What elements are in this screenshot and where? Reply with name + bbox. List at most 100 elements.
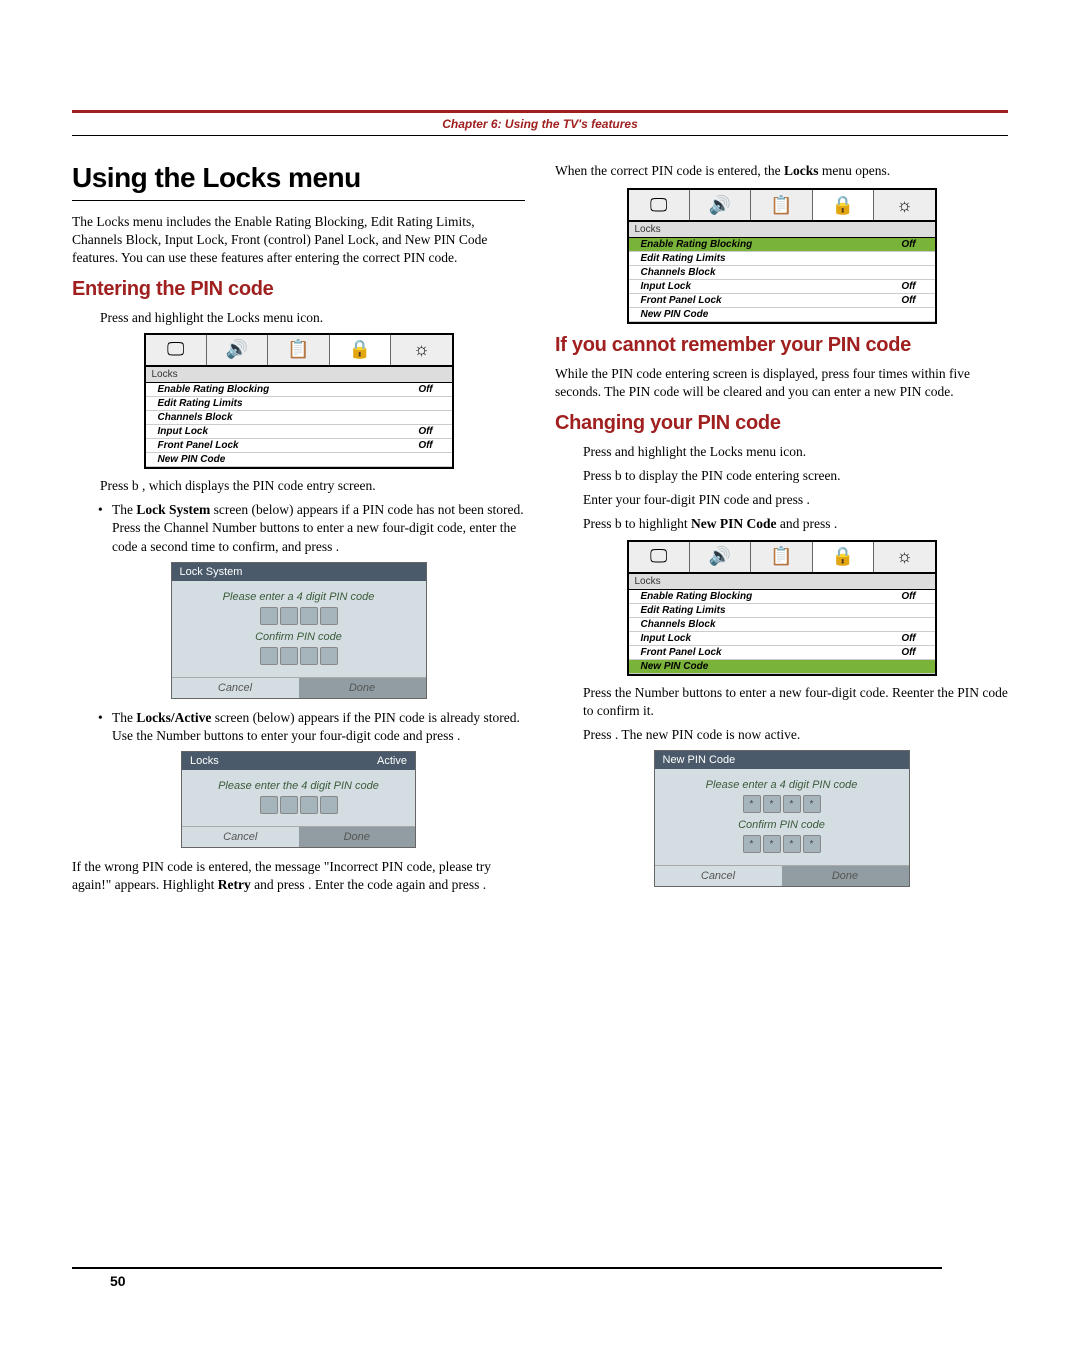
pin-digit: * bbox=[783, 835, 801, 853]
change-step-3: Enter your four-digit PIN code and press… bbox=[583, 491, 1008, 509]
menu-row-label: Front Panel Lock bbox=[641, 295, 889, 306]
retry-bold: Retry bbox=[218, 877, 251, 892]
bullet-bold: Lock System bbox=[136, 502, 210, 517]
menu-row: Input LockOff bbox=[629, 280, 935, 294]
change-step-6: Press . The new PIN code is now active. bbox=[583, 726, 1008, 744]
menu-row: Enable Rating BlockingOff bbox=[146, 383, 452, 397]
pin-digit: * bbox=[783, 795, 801, 813]
step-text: Press and highlight the Locks menu icon. bbox=[100, 310, 323, 325]
pin-confirm-row: **** bbox=[665, 835, 899, 853]
menu-row-label: Input Lock bbox=[158, 426, 406, 437]
prefs-tab-icon: ☼ bbox=[391, 335, 451, 365]
locks-tab-icon: 🔒 bbox=[330, 335, 391, 365]
pin-digit bbox=[260, 796, 278, 814]
pin-digit bbox=[320, 647, 338, 665]
audio-tab-icon: 🔊 bbox=[690, 190, 751, 220]
menu-row-value bbox=[889, 605, 929, 616]
menu-row-label: Input Lock bbox=[641, 633, 889, 644]
menu-body: Enable Rating BlockingOffEdit Rating Lim… bbox=[629, 238, 935, 322]
menu-row-value: Off bbox=[889, 239, 929, 250]
locks-active-dialog: Locks Active Please enter the 4 digit PI… bbox=[181, 751, 416, 848]
menu-row-label: New PIN Code bbox=[641, 661, 889, 672]
dialog-body: Please enter the 4 digit PIN code bbox=[182, 770, 415, 826]
menu-row-label: Enable Rating Blocking bbox=[641, 239, 889, 250]
menu-row-value bbox=[406, 398, 446, 409]
wrong-pin-text-cont: and press . Enter the code again and pre… bbox=[251, 877, 486, 892]
menu-row-value bbox=[406, 454, 446, 465]
menu-row-label: Front Panel Lock bbox=[641, 647, 889, 658]
menu-row-value bbox=[889, 253, 929, 264]
menu-row-label: Enable Rating Blocking bbox=[158, 384, 406, 395]
menu-row-value: Off bbox=[889, 591, 929, 602]
pin-digit bbox=[300, 796, 318, 814]
pin-digit: * bbox=[763, 795, 781, 813]
menu-row-label: Channels Block bbox=[641, 267, 889, 278]
menu-row-value: Off bbox=[406, 440, 446, 451]
pin-digit bbox=[260, 647, 278, 665]
menu-row-value: Off bbox=[889, 295, 929, 306]
menu-row-value bbox=[406, 412, 446, 423]
pin-entry-row bbox=[192, 796, 405, 814]
menu-row: Front Panel LockOff bbox=[146, 439, 452, 453]
dialog-buttons: Cancel Done bbox=[172, 677, 426, 698]
pin-digit: * bbox=[743, 835, 761, 853]
locks-bold: Locks bbox=[784, 163, 819, 178]
cancel-button: Cancel bbox=[655, 866, 782, 886]
dialog-title: New PIN Code bbox=[655, 751, 909, 769]
setup-tab-icon: 📋 bbox=[268, 335, 329, 365]
lock-system-dialog: Lock System Please enter a 4 digit PIN c… bbox=[171, 562, 427, 699]
dialog-title: Locks Active bbox=[182, 752, 415, 770]
locks-menu-figure: 🖵 🔊 📋 🔒 ☼ Locks Enable Rating BlockingOf… bbox=[144, 333, 454, 469]
text: When the correct PIN code is entered, th… bbox=[555, 163, 784, 178]
new-pin-dialog: New PIN Code Please enter a 4 digit PIN … bbox=[654, 750, 910, 887]
dialog-title-left: Locks bbox=[190, 755, 219, 767]
right-column: When the correct PIN code is entered, th… bbox=[555, 162, 1008, 903]
setup-tab-icon: 📋 bbox=[751, 542, 812, 572]
section-change-pin: Changing your PIN code bbox=[555, 412, 1008, 435]
setup-tab-icon: 📋 bbox=[751, 190, 812, 220]
menu-row: Input LockOff bbox=[146, 425, 452, 439]
pin-digit bbox=[320, 796, 338, 814]
step-text-cont: and press . bbox=[777, 516, 838, 531]
menu-title: Locks bbox=[629, 222, 935, 238]
picture-tab-icon: 🖵 bbox=[629, 190, 690, 220]
menu-row-value: Off bbox=[889, 633, 929, 644]
menu-row-label: New PIN Code bbox=[641, 309, 889, 320]
menu-row-value bbox=[889, 267, 929, 278]
dialog-title-text: New PIN Code bbox=[663, 754, 736, 766]
pin-digit bbox=[300, 607, 318, 625]
menu-row-label: Edit Rating Limits bbox=[641, 605, 889, 616]
dialog-prompt: Please enter the 4 digit PIN code bbox=[192, 780, 405, 792]
dialog-title: Lock System bbox=[172, 563, 426, 581]
audio-tab-icon: 🔊 bbox=[690, 542, 751, 572]
cancel-button: Cancel bbox=[172, 678, 299, 698]
dialog-body: Please enter a 4 digit PIN code **** Con… bbox=[655, 769, 909, 865]
pin-digit: * bbox=[763, 835, 781, 853]
dialog-buttons: Cancel Done bbox=[182, 826, 415, 847]
dialog-title-right: Active bbox=[377, 755, 407, 767]
section-forgot-pin: If you cannot remember your PIN code bbox=[555, 334, 1008, 357]
menu-row: New PIN Code bbox=[629, 308, 935, 322]
pin-digit bbox=[300, 647, 318, 665]
bullet-lock-system: The Lock System screen (below) appears i… bbox=[102, 501, 525, 556]
locks-tab-icon: 🔒 bbox=[813, 542, 874, 572]
picture-tab-icon: 🖵 bbox=[629, 542, 690, 572]
forgot-pin-paragraph: While the PIN code entering screen is di… bbox=[555, 365, 1008, 401]
menu-row: Channels Block bbox=[629, 618, 935, 632]
dialog-body: Please enter a 4 digit PIN code Confirm … bbox=[172, 581, 426, 677]
menu-row-value bbox=[889, 309, 929, 320]
pin-entry-row: **** bbox=[665, 795, 899, 813]
menu-row: Channels Block bbox=[629, 266, 935, 280]
change-step-4: Press b to highlight New PIN Code and pr… bbox=[583, 515, 1008, 533]
section-entering-pin: Entering the PIN code bbox=[72, 278, 525, 301]
menu-row-value: Off bbox=[406, 384, 446, 395]
change-step-2: Press b to display the PIN code entering… bbox=[583, 467, 1008, 485]
step-text: Press b to highlight bbox=[583, 516, 691, 531]
menu-row-value: Off bbox=[889, 281, 929, 292]
pin-digit bbox=[280, 607, 298, 625]
menu-row: Enable Rating BlockingOff bbox=[629, 590, 935, 604]
menu-row-label: Front Panel Lock bbox=[158, 440, 406, 451]
dialog-title-text: Lock System bbox=[180, 566, 243, 578]
menu-row-label: Enable Rating Blocking bbox=[641, 591, 889, 602]
locks-menu-newpin-figure: 🖵 🔊 📋 🔒 ☼ Locks Enable Rating BlockingOf… bbox=[627, 540, 937, 676]
